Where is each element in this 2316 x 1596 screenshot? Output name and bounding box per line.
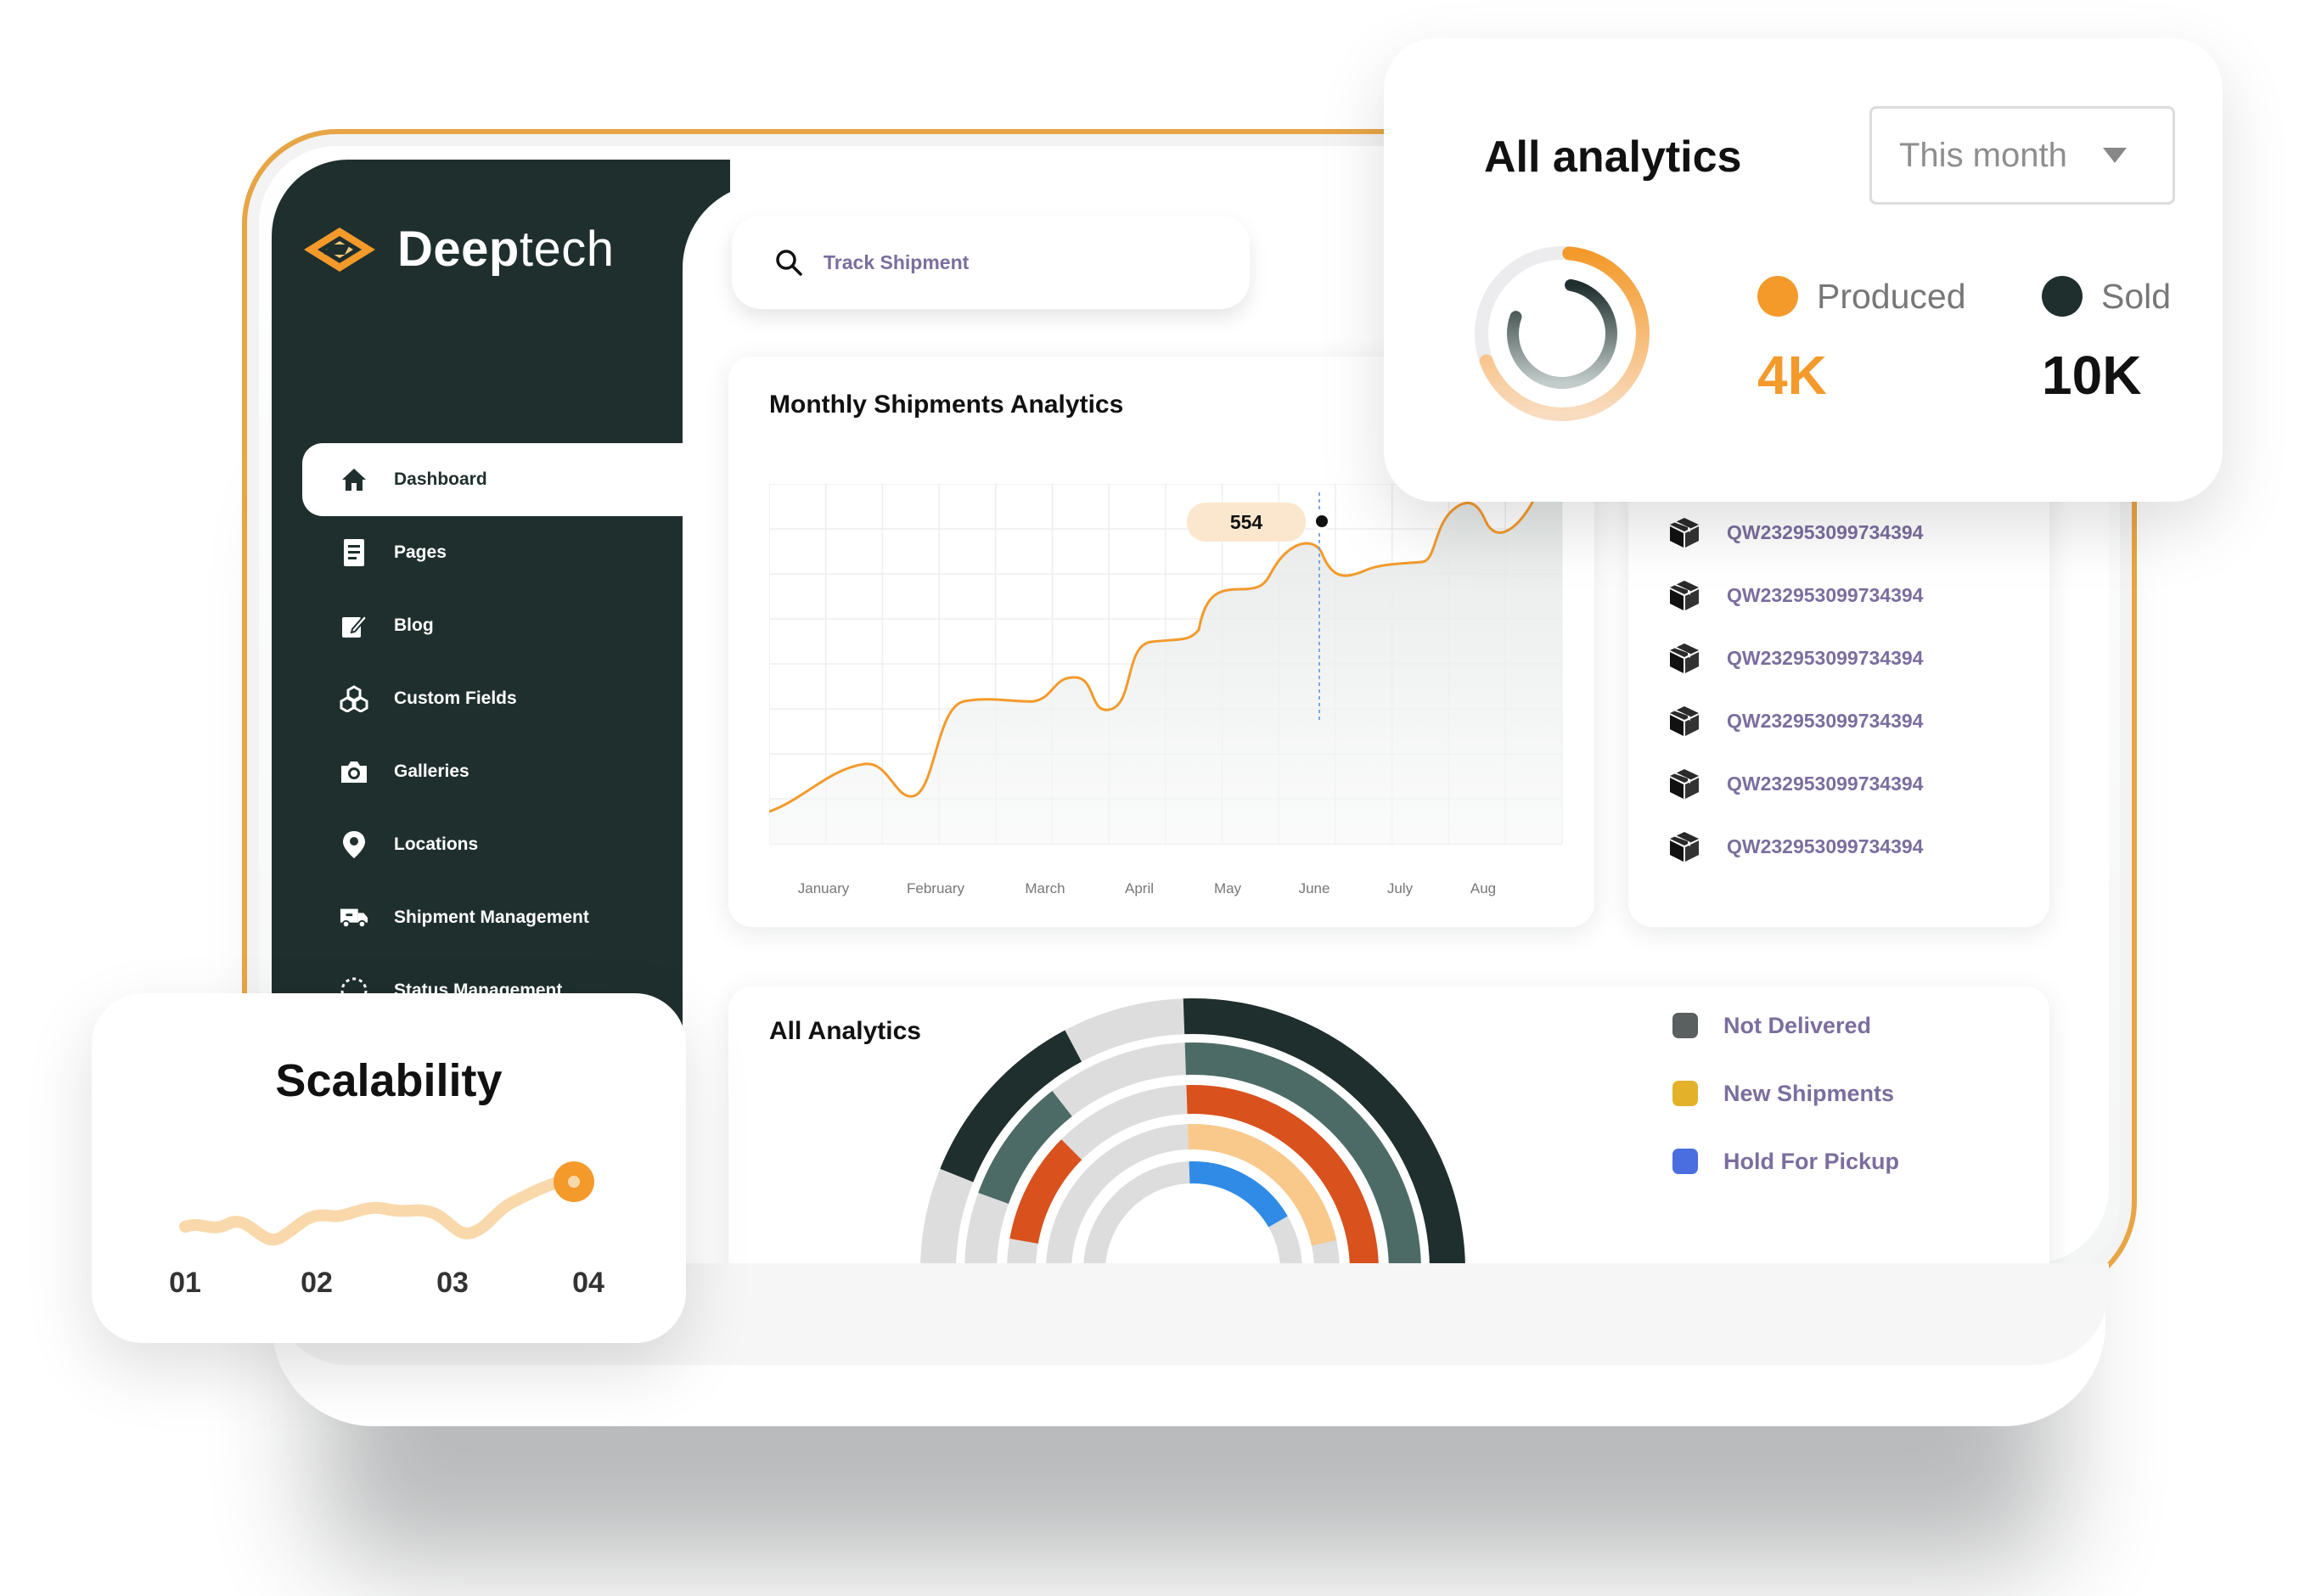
sidebar-item-custom-fields[interactable]: Custom Fields [302, 662, 710, 735]
legend-swatch [1672, 1149, 1698, 1174]
search-icon [776, 250, 802, 276]
sold-dot [2042, 276, 2083, 317]
tracking-list: QW232953099734394 QW232953099734394 QW2329… [1667, 501, 1923, 878]
ring-5-segment[interactable] [1189, 1161, 1288, 1228]
search-input[interactable] [822, 250, 1182, 275]
tracking-number: QW232953099734394 [1727, 583, 1924, 606]
x-tick-label: July [1387, 880, 1414, 896]
chevron-down-icon [2102, 148, 2127, 163]
legend-swatch [1672, 1081, 1698, 1106]
legend-item-not-delivered[interactable]: Not Delivered [1672, 992, 1899, 1059]
x-tick-label: March [1025, 880, 1065, 896]
analytics-overlay-title: All analytics [1484, 132, 1742, 182]
sold-legend: Sold [2042, 276, 2171, 317]
legend-item-new-shipments[interactable]: New Shipments [1672, 1059, 1899, 1127]
tracking-number: QW232953099734394 [1727, 835, 1924, 857]
scalability-tick-label: 03 [436, 1267, 469, 1299]
scalability-tick-label: 04 [572, 1267, 604, 1299]
produced-dot [1757, 276, 1798, 317]
tracking-list-card: QW232953099734394 QW232953099734394 QW2329… [1628, 458, 2049, 927]
x-tick-label: June [1299, 880, 1330, 896]
camera-icon [340, 757, 368, 786]
x-tick-label: April [1125, 880, 1154, 896]
produced-label: Produced [1817, 276, 1966, 316]
period-dropdown-value: This month [1899, 136, 2067, 174]
x-tick-label: January [798, 880, 850, 896]
highlight-point[interactable] [1313, 512, 1331, 531]
legend-label: New Shipments [1723, 1080, 1895, 1106]
monthly-shipments-title: Monthly Shipments Analytics [769, 391, 1124, 419]
tooltip-value: 554 [1230, 511, 1263, 533]
search-bar[interactable] [732, 216, 1250, 309]
legend-item-hold-for-pickup[interactable]: Hold For Pickup [1672, 1127, 1899, 1195]
legend-label: Hold For Pickup [1723, 1148, 1900, 1174]
edit-icon [340, 611, 368, 640]
period-dropdown[interactable]: This month [1869, 106, 2175, 205]
tracking-item[interactable]: QW232953099734394 [1667, 815, 1923, 878]
sidebar-item-label: Blog [394, 615, 434, 635]
tracking-number: QW232953099734394 [1727, 772, 1924, 795]
package-icon [1670, 518, 1699, 548]
sidebar-item-galleries[interactable]: Galleries [302, 735, 710, 808]
page-icon [340, 538, 368, 567]
package-icon [1670, 832, 1699, 862]
analytics-overlay-card: All analytics This month Produced 4K Sol… [1384, 38, 2223, 502]
sidebar-item-label: Locations [394, 835, 479, 854]
sidebar-item-label: Shipment Management [394, 908, 589, 927]
x-tick-label: Aug [1470, 880, 1496, 896]
sidebar-item-label: Dashboard [394, 469, 487, 489]
location-pin-icon [340, 830, 368, 859]
tracking-number: QW232953099734394 [1727, 646, 1924, 669]
scalability-x-axis: 01 02 03 04 [92, 1267, 686, 1309]
truck-icon [340, 903, 368, 932]
legend-label: Not Delivered [1723, 1012, 1872, 1038]
tracking-number: QW232953099734394 [1727, 709, 1924, 732]
home-icon [340, 465, 368, 494]
tracking-item[interactable]: QW232953099734394 [1667, 501, 1923, 564]
scalability-endpoint-point[interactable] [565, 1172, 583, 1191]
tracking-item[interactable]: QW232953099734394 [1667, 752, 1923, 815]
sold-value: 10K [2042, 345, 2142, 406]
tracking-item[interactable]: QW232953099734394 [1667, 689, 1923, 752]
sidebar-item-label: Pages [394, 542, 447, 562]
tracking-item[interactable]: QW232953099734394 [1667, 627, 1923, 689]
sidebar-item-pages[interactable]: Pages [302, 516, 710, 589]
sidebar-item-shipment-management[interactable]: Shipment Management [302, 881, 710, 954]
scalability-card: Scalability 01 02 03 04 [92, 993, 686, 1343]
sidebar-item-locations[interactable]: Locations [302, 808, 710, 881]
x-tick-label: February [907, 880, 965, 896]
package-icon [1670, 706, 1699, 736]
deeptech-logo-icon [304, 227, 375, 272]
scalability-tick-label: 02 [301, 1267, 333, 1299]
scalability-tick-label: 01 [169, 1267, 201, 1299]
sidebar-item-label: Galleries [394, 761, 469, 781]
brand-logo[interactable]: Deeptech [301, 221, 614, 278]
brand-name: Deeptech [397, 222, 615, 277]
package-icon [1670, 769, 1699, 799]
sidebar-item-dashboard[interactable]: Dashboard [302, 443, 727, 516]
legend-swatch [1672, 1013, 1698, 1038]
produced-sold-donut [1475, 246, 1650, 421]
all-analytics-legend: Not Delivered New Shipments Hold For Pic… [1672, 992, 1899, 1195]
tracking-item[interactable]: QW232953099734394 [1667, 564, 1923, 627]
tracking-number: QW232953099734394 [1727, 520, 1924, 543]
sidebar-item-blog[interactable]: Blog [302, 589, 710, 662]
package-icon [1670, 643, 1699, 673]
cubes-icon [340, 684, 368, 713]
x-axis: January February March April May June July Aug [798, 880, 1496, 896]
scalability-line [179, 1172, 590, 1246]
x-tick-label: May [1214, 880, 1242, 896]
produced-value: 4K [1757, 345, 1827, 406]
produced-legend: Produced [1757, 276, 1966, 317]
sidebar-item-label: Custom Fields [394, 688, 517, 708]
monthly-shipments-chart: 554 January February March April May June July… [769, 484, 1563, 896]
sold-label: Sold [2101, 276, 2172, 316]
package-icon [1670, 581, 1699, 610]
